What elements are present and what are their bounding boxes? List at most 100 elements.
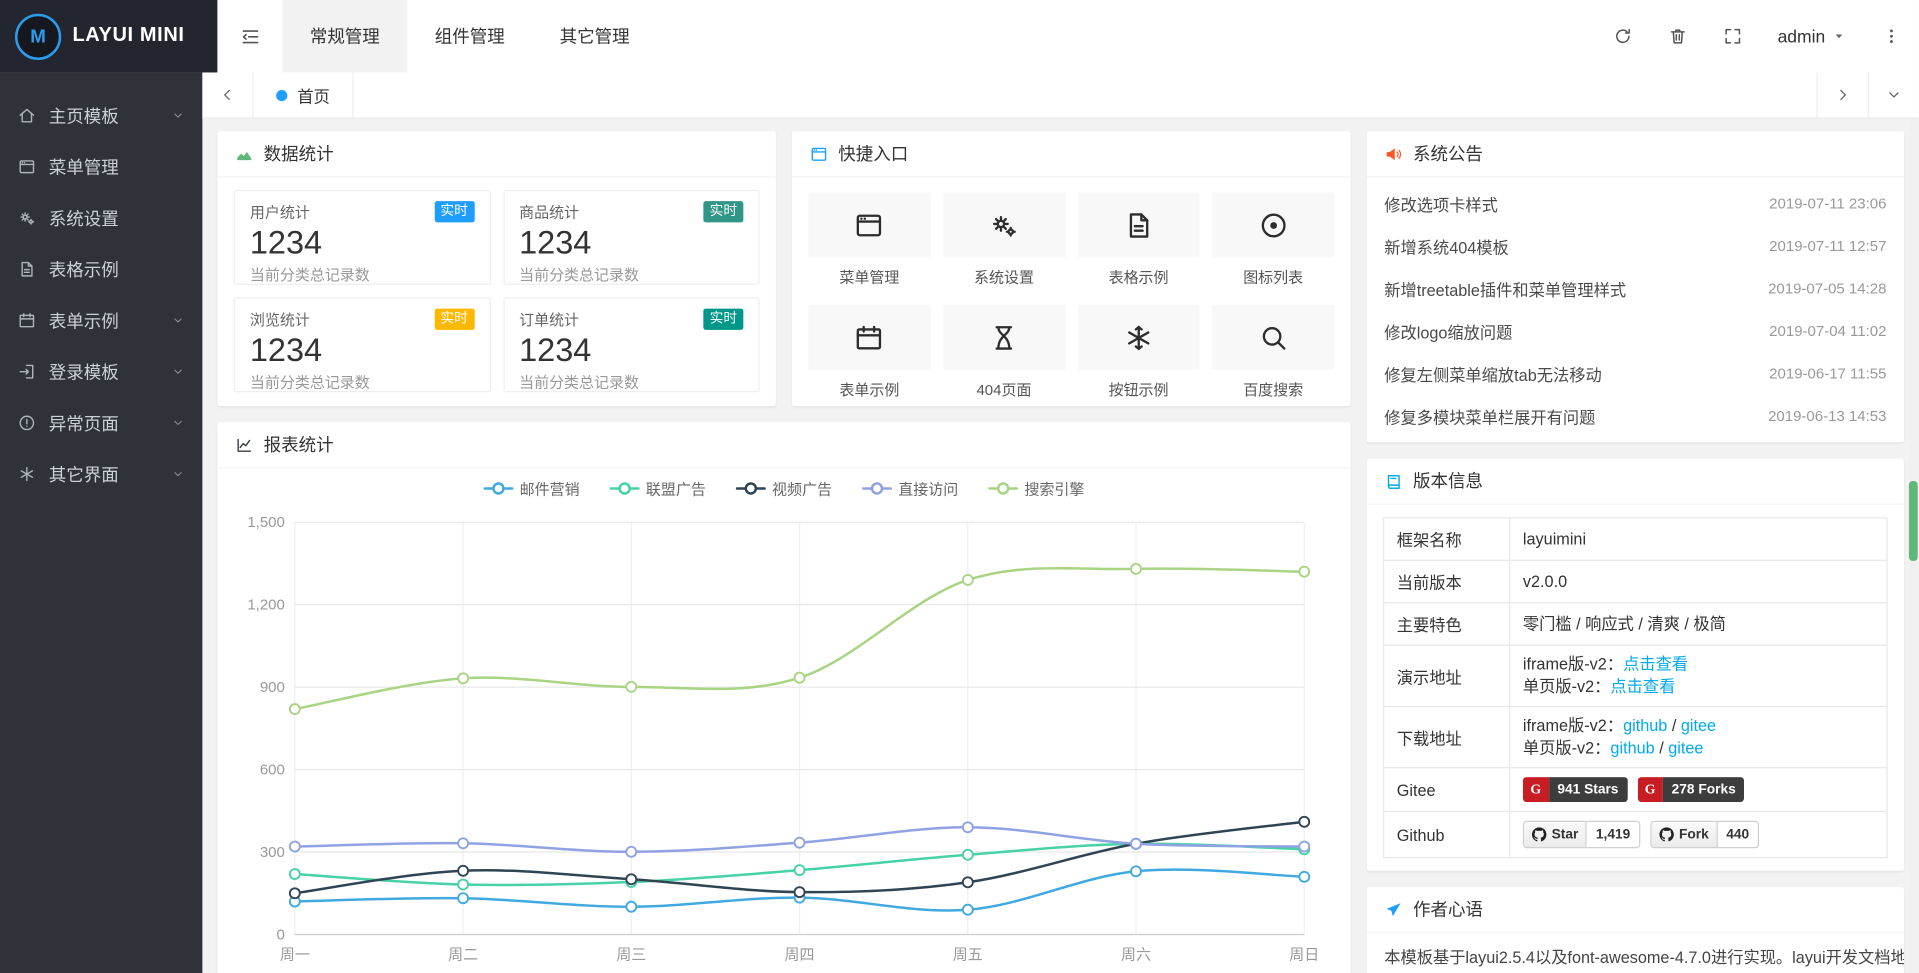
version-link[interactable]: 点击查看 [1610,677,1675,696]
realtime-badge: 实时 [703,309,743,330]
version-row-value: v2.0.0 [1510,561,1886,602]
top-header: M LAYUI MINI 常规管理组件管理其它管理 admin [0,0,1919,72]
github-badge-label: Fork [1651,822,1716,847]
gears-icon [17,209,48,228]
sidebar: 主页模板菜单管理系统设置表格示例表单示例登录模板异常页面其它界面 [0,72,202,973]
tabs-scroll-right-button[interactable] [1816,72,1867,117]
notice-item[interactable]: 新增treetable插件和菜单管理样式2019-07-05 14:28 [1384,267,1886,309]
gitee-badge[interactable]: G941 Stars [1523,777,1627,802]
quick-entry-item[interactable]: 百度搜索 [1212,305,1334,400]
legend-item[interactable]: 视频广告 [736,480,832,497]
notice-text: 新增treetable插件和菜单管理样式 [1384,277,1626,301]
version-row-value: 零门槛 / 响应式 / 清爽 / 极简 [1510,603,1886,644]
scrollbar-thumb[interactable] [1909,481,1918,561]
gitee-badge[interactable]: G278 Forks [1637,777,1744,802]
quick-entry-item[interactable]: 图标列表 [1212,192,1334,287]
window-icon [17,157,48,176]
collapse-sidebar-button[interactable] [217,0,282,72]
card-header: 报表统计 [217,422,1350,468]
quick-entry-item[interactable]: 表单示例 [808,305,930,400]
sidebar-item[interactable]: 表格示例 [0,244,202,295]
stat-panel: 商品统计实时1234当前分类总记录数 [503,190,760,285]
notice-item[interactable]: 新增系统404模板2019-07-11 12:57 [1384,225,1886,267]
notice-time: 2019-06-17 11:55 [1769,365,1886,382]
github-badge[interactable]: Star1,419 [1523,821,1640,848]
quick-entry-item[interactable]: 菜单管理 [808,192,930,287]
user-menu[interactable]: admin [1760,0,1864,72]
version-link[interactable]: github [1610,738,1654,757]
card-title: 快捷入口 [838,141,908,166]
tab-home[interactable]: 首页 [254,72,354,117]
paper-plane-icon [1384,900,1403,919]
tabs-menu-button[interactable] [1868,72,1919,117]
legend-label: 视频广告 [772,478,832,499]
card-report-chart: 报表统计 邮件营销联盟广告视频广告直接访问搜索引擎 周一周二周三周四周五周六周日… [217,422,1350,973]
svg-text:周六: 周六 [1120,946,1150,963]
version-link[interactable]: github [1623,716,1667,735]
stat-label: 商品统计 [519,201,579,222]
notice-time: 2019-06-13 14:53 [1768,407,1886,424]
refresh-button[interactable] [1595,0,1650,72]
github-badge-label: Star [1524,822,1586,847]
header-right: admin [1595,0,1919,72]
version-table: 框架名称layuimini当前版本v2.0.0主要特色零门槛 / 响应式 / 清… [1383,517,1888,858]
svg-text:300: 300 [259,844,284,861]
version-row-label: Github [1384,812,1510,857]
notice-item[interactable]: 修复多模块菜单栏展开有问题2019-06-13 14:53 [1384,395,1886,437]
author-text: 本模板基于layui2.5.4以及font-awesome-4.7.0进行实现。… [1384,944,1886,970]
sidebar-item-label: 菜单管理 [49,154,119,179]
sidebar-item[interactable]: 登录模板 [0,346,202,397]
stat-panel-top: 用户统计实时 [250,201,474,222]
legend-item[interactable]: 邮件营销 [483,480,579,497]
quick-entry-item[interactable]: 404页面 [943,305,1065,400]
version-link[interactable]: gitee [1681,716,1716,735]
notice-item[interactable]: 修复左侧菜单缩放tab无法移动2019-06-17 11:55 [1384,352,1886,394]
quick-entry-label: 图标列表 [1212,266,1334,287]
legend-item[interactable]: 直接访问 [862,480,958,497]
sidebar-item[interactable]: 主页模板 [0,90,202,141]
quick-entry-icon-box [1078,192,1200,257]
quick-entry-item[interactable]: 按钮示例 [1078,305,1200,400]
quick-entry-label: 404页面 [943,379,1065,400]
version-link[interactable]: gitee [1668,738,1703,757]
card-header: 快捷入口 [792,131,1350,177]
fullscreen-button[interactable] [1705,0,1760,72]
app-logo[interactable]: M LAYUI MINI [0,0,217,72]
legend-item[interactable]: 联盟广告 [610,480,706,497]
more-menu-button[interactable] [1864,0,1919,72]
github-badge[interactable]: Fork440 [1650,821,1759,848]
stat-label: 订单统计 [519,309,579,330]
version-row-value: iframe版-v2：点击查看单页版-v2：点击查看 [1510,646,1886,706]
tabs-scroll-left-button[interactable] [202,72,253,117]
svg-text:0: 0 [276,926,284,943]
sidebar-item[interactable]: 菜单管理 [0,141,202,192]
svg-text:1,200: 1,200 [247,597,285,614]
version-link[interactable]: 点击查看 [1623,655,1688,674]
file-text-icon [1123,209,1154,240]
notice-time: 2019-07-11 23:06 [1769,195,1886,212]
sidebar-item[interactable]: 表单示例 [0,295,202,346]
header-nav-tab[interactable]: 组件管理 [407,0,532,72]
snowflake-icon [1123,322,1154,353]
header-nav-tab[interactable]: 常规管理 [282,0,407,72]
notice-text: 修改选项卡样式 [1384,192,1498,216]
clear-cache-button[interactable] [1650,0,1705,72]
stat-desc: 当前分类总记录数 [250,263,474,284]
svg-text:周日: 周日 [1289,946,1319,963]
quick-entry-item[interactable]: 表格示例 [1078,192,1200,287]
login-icon [17,362,48,381]
notice-item[interactable]: 修改logo缩放问题2019-07-04 11:02 [1384,310,1886,352]
chevron-down-icon [171,314,185,328]
sidebar-menu: 主页模板菜单管理系统设置表格示例表单示例登录模板异常页面其它界面 [0,90,202,500]
version-row: 主要特色零门槛 / 响应式 / 清爽 / 极简 [1384,603,1886,645]
quick-entry-item[interactable]: 系统设置 [943,192,1065,287]
right-column: 系统公告 修改选项卡样式2019-07-11 23:06新增系统404模板201… [1367,131,1904,973]
sidebar-item[interactable]: 异常页面 [0,397,202,448]
notice-item[interactable]: 修改选项卡样式 2019-07-11 23:06 [1384,182,1886,224]
sidebar-item[interactable]: 其它界面 [0,448,202,499]
quick-entry-label: 按钮示例 [1078,379,1200,400]
legend-item[interactable]: 搜索引擎 [988,480,1084,497]
header-nav-tab[interactable]: 其它管理 [532,0,657,72]
sidebar-item[interactable]: 系统设置 [0,192,202,243]
svg-text:900: 900 [259,679,284,696]
